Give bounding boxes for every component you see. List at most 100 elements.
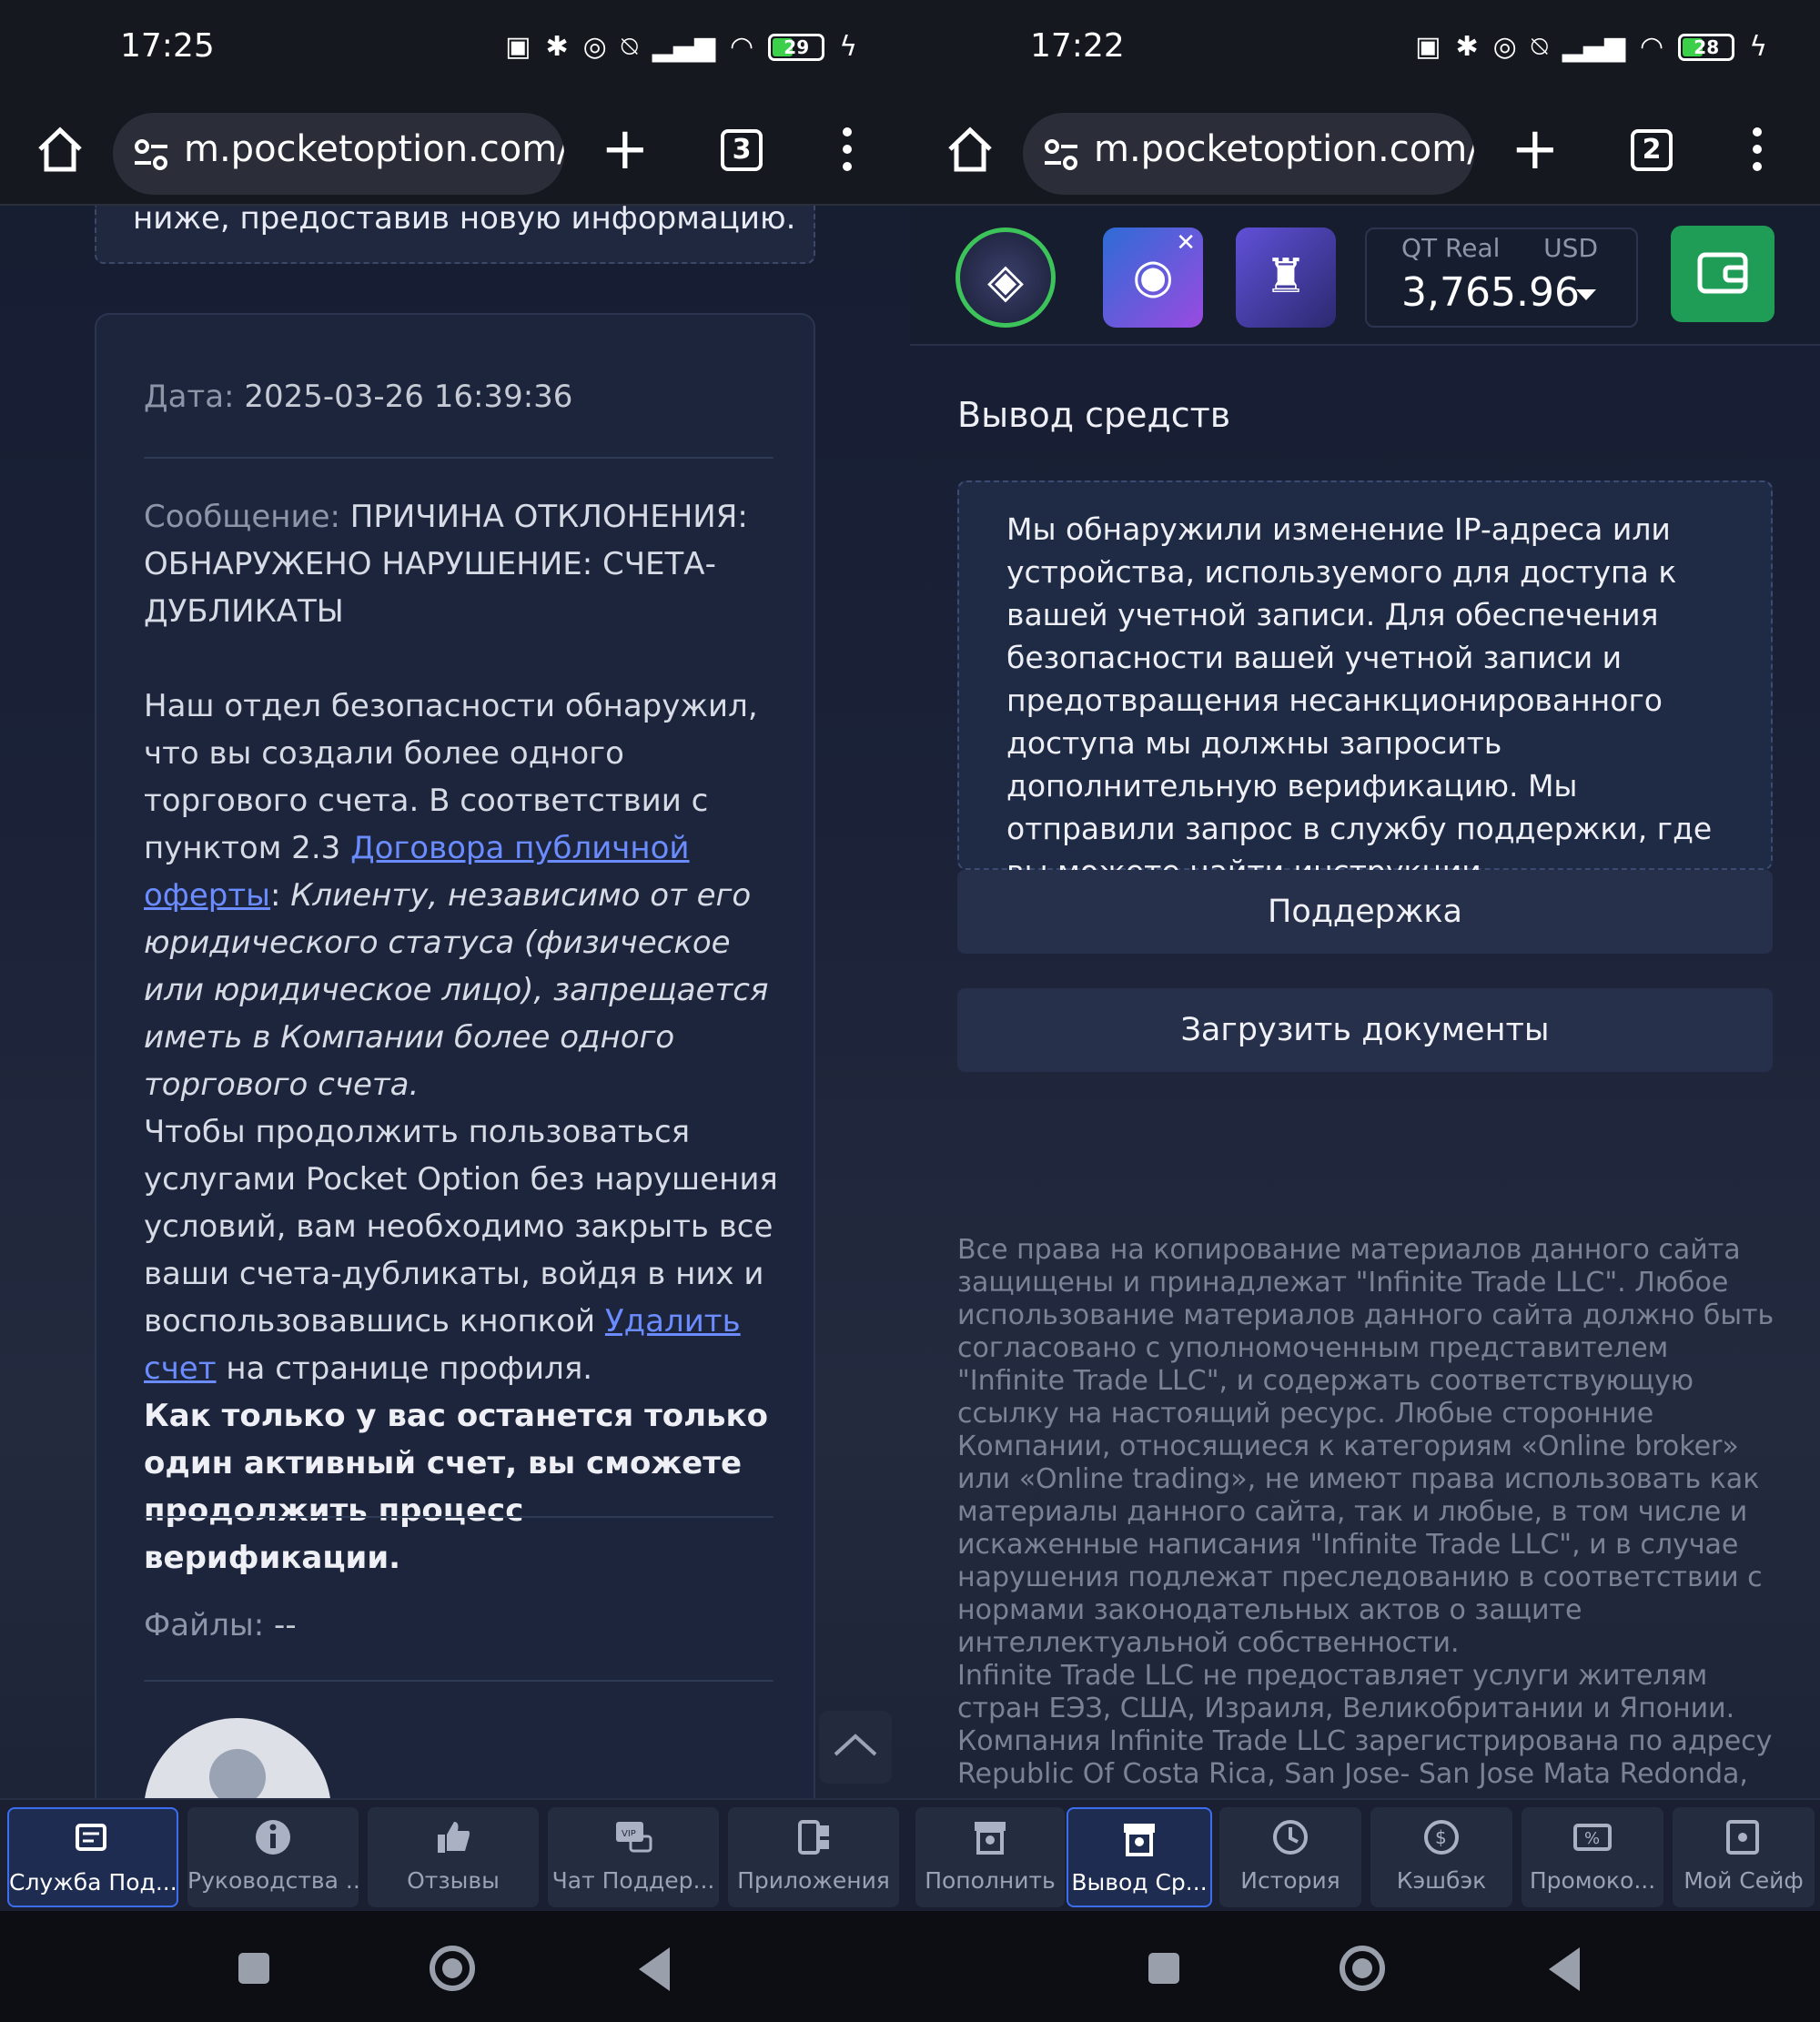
nav-withdraw[interactable]: Вывод Ср...: [1067, 1807, 1212, 1907]
left-screenshot: 17:25 ▣ ✱ ◎ ⍉ ▂▄▆ ◠ 29 ϟ m.pocketoption.…: [0, 0, 910, 2022]
home-circle-icon[interactable]: [1340, 1946, 1385, 1991]
safe-promo-icon[interactable]: ◉ ✕: [1103, 227, 1203, 328]
nav-label: Промоко...: [1529, 1867, 1656, 1894]
home-circle-icon[interactable]: [430, 1946, 475, 1991]
footer-restrictions: Infinite Trade LLC не предоставляет услу…: [957, 1660, 1735, 1724]
wallet-icon: [1697, 252, 1748, 294]
previous-message-card: ниже, предоставив новую информацию.: [95, 200, 815, 264]
trading-header: ◈ ◉ ✕ ♜ QT Real USD 3,765.96: [910, 207, 1820, 346]
level-badge-icon[interactable]: ♜: [1236, 227, 1336, 328]
nav-cashback[interactable]: $ Кэшбэк: [1370, 1807, 1512, 1907]
date-label: Дата:: [144, 379, 235, 415]
previous-message-text: ниже, предоставив новую информацию.: [133, 200, 796, 237]
back-icon[interactable]: [1549, 1947, 1580, 1991]
ticket-files: Файлы: --: [144, 1607, 297, 1643]
home-icon[interactable]: [943, 122, 997, 177]
close-icon: ✕: [1176, 229, 1196, 257]
nav-label: Мой Сейф: [1684, 1867, 1804, 1894]
battery-icon: 28: [1678, 33, 1735, 61]
recents-icon[interactable]: [1148, 1953, 1179, 1984]
account-balance: 3,765.96: [1401, 269, 1580, 316]
withdraw-icon: [1124, 1824, 1155, 1856]
date-value: 2025-03-26 16:39:36: [244, 379, 573, 415]
files-value: --: [274, 1607, 297, 1643]
url-bar[interactable]: m.pocketoption.com/r: [113, 113, 564, 195]
browser-menu-icon[interactable]: [1753, 127, 1764, 178]
verification-notice: Мы обнаружили изменение IP-адреса или ус…: [957, 480, 1773, 889]
bluetooth-icon: ✱: [1455, 31, 1479, 63]
tab-switcher-button[interactable]: 3: [721, 129, 763, 171]
divider: [144, 1680, 774, 1682]
nav-reviews[interactable]: Отзывы: [368, 1807, 539, 1907]
new-tab-icon[interactable]: +: [601, 120, 650, 178]
right-screenshot: 17:22 ▣ ✱ ◎ ⍉ ▂▄▆ ◠ 28 ϟ m.pocketoption.…: [910, 0, 1820, 2022]
wallet-button[interactable]: [1671, 226, 1774, 322]
site-settings-icon[interactable]: [133, 136, 169, 173]
url-text: m.pocketoption.com/r: [1094, 128, 1474, 170]
nav-my-safe[interactable]: Мой Сейф: [1673, 1807, 1815, 1907]
history-icon: [1273, 1820, 1308, 1855]
browser-toolbar: m.pocketoption.com/r + 2: [910, 102, 1820, 206]
nav-support-chat[interactable]: VIP Чат Поддер...: [548, 1807, 719, 1907]
battery-icon: 29: [768, 33, 825, 61]
charging-icon: ϟ: [1749, 31, 1767, 63]
colon-text: :: [270, 877, 291, 914]
bluetooth-icon: ✱: [545, 31, 569, 63]
back-icon[interactable]: [639, 1947, 670, 1991]
status-bar: 17:25 ▣ ✱ ◎ ⍉ ▂▄▆ ◠ 29 ϟ: [0, 0, 910, 102]
safe-icon: [1726, 1820, 1759, 1855]
url-bar[interactable]: m.pocketoption.com/r: [1023, 113, 1474, 195]
recents-icon[interactable]: [238, 1953, 269, 1984]
nfc-icon: ▣: [1415, 31, 1441, 63]
bottom-navigation: Служба Под... Руководства ... Отзывы VIP…: [0, 1798, 1820, 1911]
status-icons: ▣ ✱ ◎ ⍉ ▂▄▆ ◠ 29 ϟ: [505, 31, 857, 63]
footer-address: Компания Infinite Trade LLC зарегистриро…: [957, 1725, 1773, 1790]
promo-icon: %: [1573, 1824, 1612, 1851]
signal-icon: ▂▄▆: [1562, 31, 1626, 63]
nav-label: Вывод Ср...: [1071, 1869, 1208, 1896]
nav-label: Отзывы: [407, 1867, 500, 1894]
page-title: Вывод средств: [957, 395, 1231, 435]
mute-icon: ⍉: [1531, 31, 1548, 63]
browser-toolbar: m.pocketoption.com/r + 3: [0, 102, 910, 206]
account-selector[interactable]: QT Real USD 3,765.96: [1365, 227, 1638, 328]
site-settings-icon[interactable]: [1043, 136, 1079, 173]
nav-label: Пополнить: [925, 1867, 1056, 1894]
nav-label: Кэшбэк: [1396, 1867, 1487, 1894]
nav-guides[interactable]: Руководства ...: [187, 1807, 359, 1907]
message-paragraph-2-end: на странице профиля.: [216, 1350, 593, 1387]
browser-menu-icon[interactable]: [843, 127, 854, 178]
message-paragraph-3: Как только у вас останется только один а…: [144, 1398, 768, 1576]
footer-copyright: Все права на копирование материалов данн…: [957, 1234, 1774, 1659]
nav-deposit[interactable]: Пополнить: [915, 1807, 1065, 1907]
support-button[interactable]: Поддержка: [957, 870, 1773, 954]
account-currency: USD: [1543, 233, 1598, 263]
home-icon[interactable]: [33, 122, 87, 177]
tab-switcher-button[interactable]: 2: [1631, 129, 1673, 171]
divider: [144, 457, 774, 459]
nav-support[interactable]: Служба Под...: [7, 1807, 178, 1907]
scroll-to-top-icon[interactable]: [819, 1711, 892, 1784]
footer-legal-text: Все права на копирование материалов данн…: [957, 1234, 1776, 1791]
new-tab-icon[interactable]: +: [1511, 120, 1560, 178]
message-label: Сообщение:: [144, 499, 340, 535]
status-time: 17:25: [120, 27, 215, 65]
deposit-icon: [975, 1822, 1006, 1855]
verification-notice-text: Мы обнаружили изменение IP-адреса или ус…: [1006, 511, 1713, 889]
thumbs-up-icon: [438, 1822, 470, 1853]
ticket-date: Дата: 2025-03-26 16:39:36: [144, 379, 572, 415]
upload-documents-button[interactable]: Загрузить документы: [957, 988, 1773, 1072]
vibrate-icon: ◎: [1492, 31, 1517, 63]
nav-history[interactable]: История: [1219, 1807, 1361, 1907]
wifi-icon: ◠: [1640, 31, 1664, 63]
nav-label: Приложения: [737, 1867, 890, 1894]
status-time: 17:22: [1030, 27, 1125, 65]
nav-promo[interactable]: % Промоко...: [1522, 1807, 1663, 1907]
status-bar: 17:22 ▣ ✱ ◎ ⍉ ▂▄▆ ◠ 28 ϟ: [910, 0, 1820, 102]
system-navigation-bar: [0, 1911, 1820, 2022]
achievement-badge-icon[interactable]: ◈: [956, 227, 1056, 328]
nav-apps[interactable]: Приложения: [728, 1807, 899, 1907]
nav-label: Руководства ...: [187, 1867, 359, 1894]
account-type: QT Real: [1401, 233, 1501, 263]
status-icons: ▣ ✱ ◎ ⍉ ▂▄▆ ◠ 28 ϟ: [1415, 31, 1767, 63]
